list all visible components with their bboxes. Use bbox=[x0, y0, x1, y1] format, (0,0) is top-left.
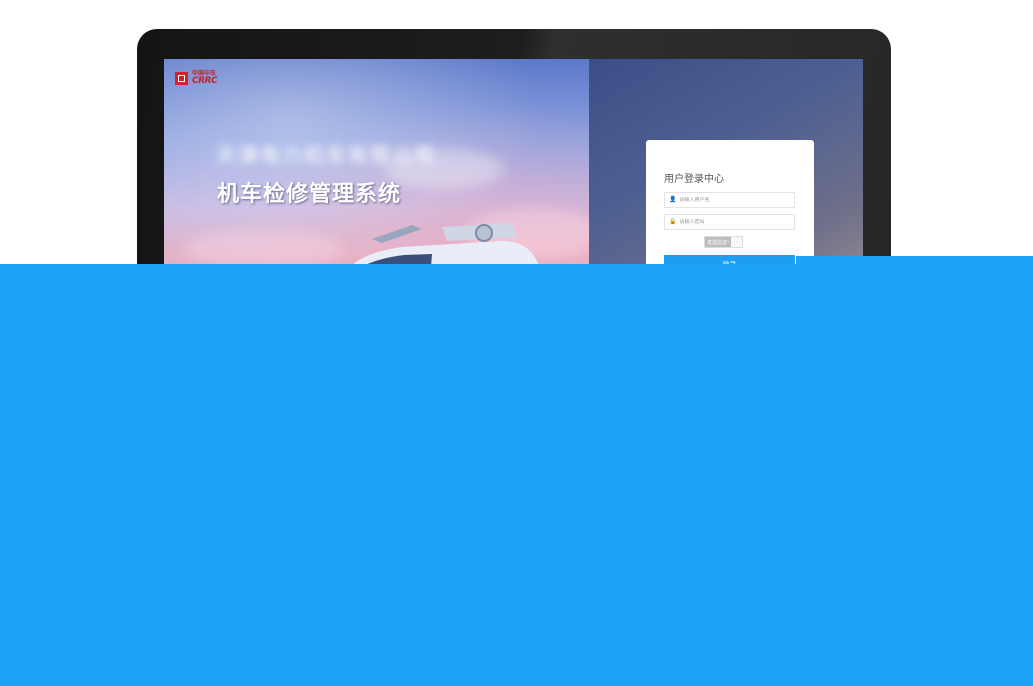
username-field[interactable]: 👤 bbox=[664, 192, 795, 208]
chevron-right-icon: › bbox=[727, 239, 729, 245]
logo-en-text: CRRC bbox=[192, 76, 218, 86]
login-title: 用户登录中心 bbox=[664, 174, 724, 185]
system-title: 机车检修管理系统 bbox=[217, 182, 402, 207]
user-icon: 👤 bbox=[669, 196, 677, 203]
locomotive-pantograph bbox=[372, 225, 422, 243]
crrc-logo-icon bbox=[175, 72, 188, 85]
username-input[interactable] bbox=[679, 197, 790, 203]
company-name: 天津电力机车有限公司 bbox=[216, 143, 436, 167]
lock-icon: 🔒 bbox=[669, 218, 677, 225]
captcha-slider-handle[interactable]: 发送验证 › bbox=[705, 237, 731, 247]
locomotive-roof-unit bbox=[475, 224, 493, 242]
brand-logo: 中国中车 CRRC bbox=[175, 71, 218, 86]
password-field[interactable]: 🔒 bbox=[664, 214, 795, 230]
captcha-slider[interactable]: 发送验证 › bbox=[704, 236, 743, 248]
monitor-screen: 中国中车 CRRC 天津电力机车有限公司 机车检修管理系统 用户登录中心 👤 🔒 bbox=[164, 59, 863, 299]
password-input[interactable] bbox=[679, 219, 790, 225]
captcha-label: 发送验证 bbox=[706, 239, 727, 246]
blue-overlay-panel bbox=[0, 264, 1033, 686]
hero-banner: 中国中车 CRRC 天津电力机车有限公司 机车检修管理系统 bbox=[164, 59, 604, 299]
